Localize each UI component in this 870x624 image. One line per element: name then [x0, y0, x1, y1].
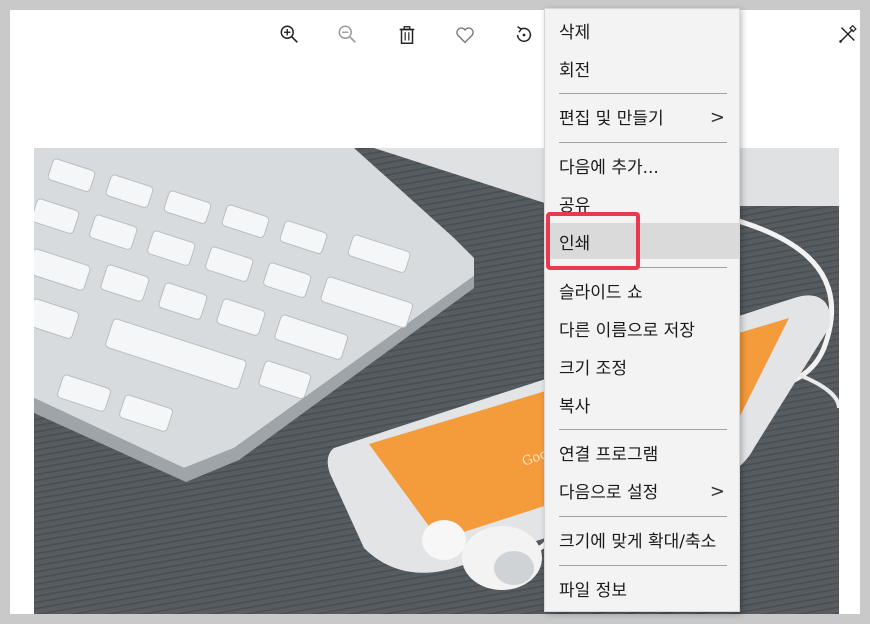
trash-icon	[399, 26, 415, 44]
menu-item-print[interactable]: 인쇄	[545, 223, 739, 259]
menu-separator	[559, 142, 727, 143]
menu-item-label: 복사	[559, 396, 591, 417]
menu-item-save-as[interactable]: 다른 이름으로 저장	[545, 310, 739, 346]
chevron-right-icon: >	[709, 481, 725, 502]
zoom-out-button[interactable]	[333, 20, 363, 50]
menu-item-edit-create[interactable]: 편집 및 만들기 >	[545, 98, 739, 134]
menu-item-add-to[interactable]: 다음에 추가...	[545, 147, 739, 183]
menu-item-label: 다음에 추가...	[559, 157, 659, 178]
menu-separator	[559, 429, 727, 430]
menu-item-label: 연결 프로그램	[559, 444, 659, 465]
menu-item-delete[interactable]: 삭제	[545, 12, 739, 48]
delete-button[interactable]	[392, 20, 422, 50]
menu-item-share[interactable]: 공유	[545, 185, 739, 221]
menu-item-file-info[interactable]: 파일 정보	[545, 570, 739, 606]
zoom-in-icon	[280, 25, 298, 43]
menu-separator	[559, 565, 727, 566]
menu-item-set-as[interactable]: 다음으로 설정 >	[545, 472, 739, 508]
menu-item-label: 다른 이름으로 저장	[559, 320, 695, 341]
menu-separator	[559, 267, 727, 268]
menu-item-label: 편집 및 만들기	[559, 108, 664, 129]
heart-icon	[456, 27, 474, 44]
zoom-out-icon	[338, 25, 356, 43]
edit-tools-icon	[839, 24, 857, 43]
menu-item-label: 인쇄	[559, 233, 591, 254]
menu-item-label: 공유	[559, 195, 591, 216]
menu-item-label: 회전	[559, 60, 591, 81]
menu-item-label: 삭제	[559, 22, 591, 43]
edit-tools-button[interactable]	[832, 20, 860, 50]
menu-item-resize[interactable]: 크기 조정	[545, 348, 739, 384]
menu-item-copy[interactable]: 복사	[545, 386, 739, 422]
rotate-icon	[516, 26, 532, 42]
menu-item-rotate[interactable]: 회전	[545, 50, 739, 86]
chevron-right-icon: >	[709, 107, 725, 128]
rotate-button[interactable]	[509, 20, 539, 50]
menu-separator	[559, 93, 727, 94]
menu-item-open-with[interactable]: 연결 프로그램	[545, 434, 739, 470]
menu-item-slideshow[interactable]: 슬라이드 쇼	[545, 272, 739, 308]
menu-item-label: 파일 정보	[559, 580, 627, 601]
menu-item-label: 다음으로 설정	[559, 482, 659, 503]
menu-item-zoom-to-fit[interactable]: 크기에 맞게 확대/축소	[545, 521, 739, 557]
zoom-in-button[interactable]	[275, 20, 305, 50]
menu-separator	[559, 516, 727, 517]
favorite-button[interactable]	[450, 20, 480, 50]
menu-item-label: 슬라이드 쇼	[559, 282, 643, 303]
menu-item-label: 크기 조정	[559, 358, 627, 379]
context-menu: 삭제 회전 편집 및 만들기 > 다음에 추가... 공유 인쇄 슬라이드 쇼 다…	[544, 8, 740, 612]
menu-item-label: 크기에 맞게 확대/축소	[559, 531, 717, 552]
